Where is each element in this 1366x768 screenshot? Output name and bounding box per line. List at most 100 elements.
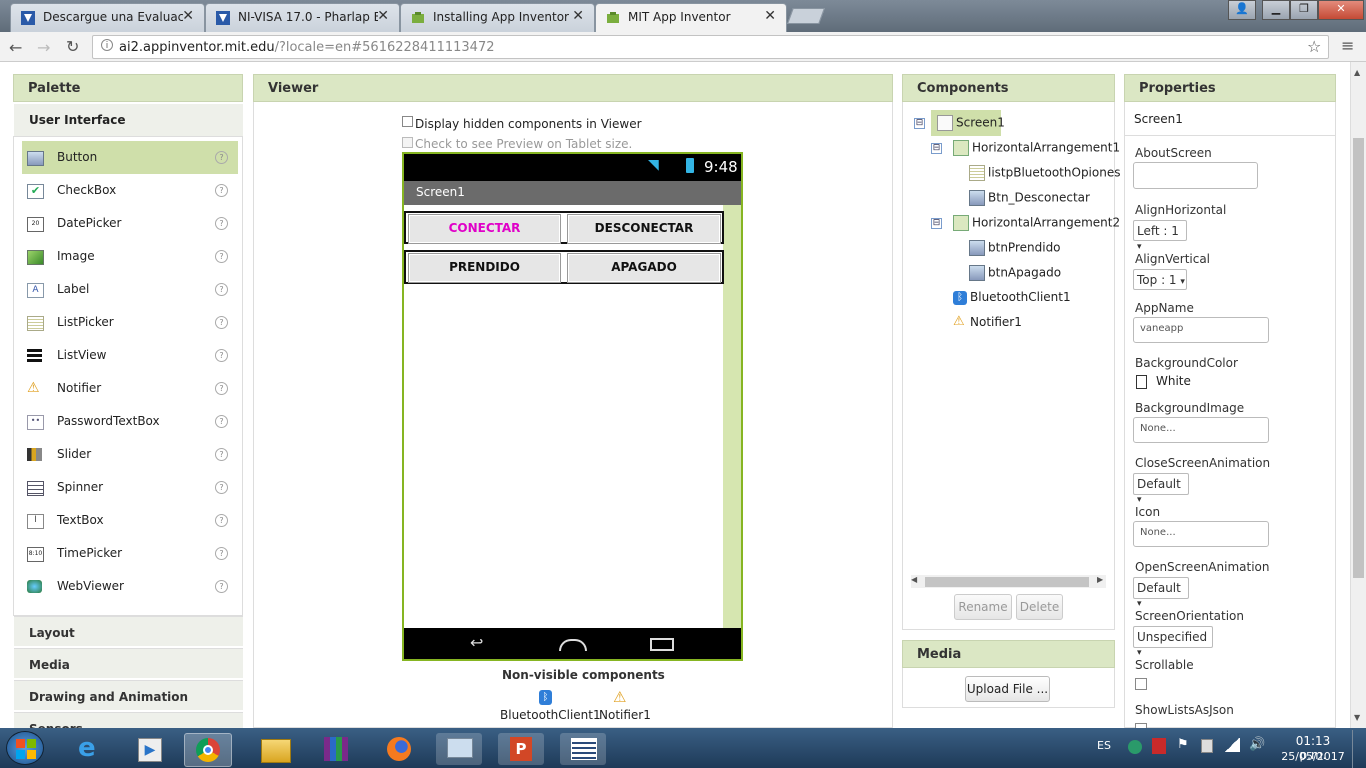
- antivirus-icon[interactable]: [1152, 738, 1166, 754]
- help-icon[interactable]: ?: [215, 250, 228, 263]
- tab-close-icon[interactable]: ✕: [377, 8, 389, 24]
- close-window-icon[interactable]: ✕: [1318, 0, 1364, 20]
- language-indicator[interactable]: ES: [1097, 739, 1111, 752]
- task-list-icon[interactable]: [560, 733, 606, 765]
- new-tab-button[interactable]: [787, 8, 825, 24]
- help-icon[interactable]: ?: [215, 316, 228, 329]
- powerpoint-icon[interactable]: P: [498, 733, 544, 765]
- align-vertical-select[interactable]: Top : 1 ▾: [1133, 269, 1187, 290]
- palette-category-user-interface[interactable]: User Interface: [14, 104, 243, 136]
- volume-icon[interactable]: 🔊: [1249, 737, 1265, 752]
- tree-item-btn-desconectar[interactable]: Btn_Desconectar: [969, 190, 1090, 206]
- palette-item-image[interactable]: Image ?: [22, 240, 238, 273]
- color-swatch[interactable]: [1136, 375, 1147, 389]
- apagado-button[interactable]: APAGADO: [567, 253, 721, 283]
- tree-item-btn-prendido[interactable]: btnPrendido: [969, 240, 1061, 256]
- upload-file-button[interactable]: Upload File ...: [965, 676, 1050, 702]
- bookmark-star-icon[interactable]: ☆: [1307, 37, 1321, 56]
- help-icon[interactable]: ?: [215, 547, 228, 560]
- start-button[interactable]: [6, 731, 44, 765]
- delete-button[interactable]: Delete: [1016, 594, 1063, 620]
- palette-item-datepicker[interactable]: 20 DatePicker ?: [22, 207, 238, 240]
- url-text[interactable]: ai2.appinventor.mit.edu/?locale=en#56162…: [119, 40, 495, 55]
- about-screen-textarea[interactable]: [1133, 162, 1258, 189]
- info-icon[interactable]: i: [101, 39, 113, 51]
- display-hidden-checkbox[interactable]: [402, 116, 413, 127]
- taskbar-date[interactable]: 25/05/2017: [1280, 750, 1346, 763]
- palette-item-button[interactable]: Button ?: [22, 141, 238, 174]
- help-icon[interactable]: ?: [215, 382, 228, 395]
- internet-explorer-icon[interactable]: e: [66, 733, 112, 765]
- collapse-ha2-icon[interactable]: ⊟: [931, 218, 942, 229]
- help-icon[interactable]: ?: [215, 448, 228, 461]
- phone-scrollbar[interactable]: [723, 205, 741, 628]
- background-color-value[interactable]: White: [1156, 374, 1191, 388]
- components-hscrollbar[interactable]: ◀ ▶: [911, 575, 1106, 588]
- palette-item-timepicker[interactable]: 8:10 TimePicker ?: [22, 537, 238, 570]
- scrollable-checkbox[interactable]: [1135, 678, 1147, 690]
- scroll-thumb[interactable]: [925, 577, 1089, 587]
- palette-item-slider[interactable]: Slider ?: [22, 438, 238, 471]
- rename-button[interactable]: Rename: [954, 594, 1012, 620]
- tree-item-notifier[interactable]: ⚠ Notifier1: [953, 315, 1022, 330]
- tab-close-icon[interactable]: ✕: [572, 8, 584, 24]
- file-explorer-icon[interactable]: [252, 733, 298, 765]
- forward-icon[interactable]: →: [37, 38, 50, 57]
- help-icon[interactable]: ?: [215, 580, 228, 593]
- tree-item-ha1[interactable]: HorizontalArrangement1: [953, 140, 1120, 156]
- palette-item-checkbox[interactable]: ✔ CheckBox ?: [22, 174, 238, 207]
- align-horizontal-select[interactable]: Left : 1 ▾: [1133, 220, 1187, 252]
- scroll-up-icon[interactable]: ▲: [1354, 68, 1360, 77]
- palette-category-drawing[interactable]: Drawing and Animation: [14, 680, 243, 710]
- page-scrollbar[interactable]: ▲ ▼: [1350, 62, 1366, 728]
- network-signal-icon[interactable]: [1224, 738, 1240, 752]
- desconectar-button[interactable]: DESCONECTAR: [567, 214, 721, 244]
- help-icon[interactable]: ?: [215, 217, 228, 230]
- screen-orientation-select[interactable]: Unspecified ▾: [1133, 626, 1213, 658]
- palette-category-layout[interactable]: Layout: [14, 616, 243, 646]
- conectar-button[interactable]: CONECTAR: [408, 214, 561, 244]
- media-player-icon[interactable]: ▶: [126, 733, 172, 765]
- removable-device-icon[interactable]: [1201, 739, 1213, 753]
- show-desktop-button[interactable]: [1352, 730, 1366, 768]
- help-icon[interactable]: ?: [215, 184, 228, 197]
- tray-app-icon[interactable]: [1128, 740, 1142, 754]
- help-icon[interactable]: ?: [215, 151, 228, 164]
- tree-item-ha2[interactable]: HorizontalArrangement2: [953, 215, 1120, 231]
- palette-item-passwordtextbox[interactable]: •• PasswordTextBox ?: [22, 405, 238, 438]
- user-icon[interactable]: 👤: [1228, 0, 1256, 20]
- scroll-down-icon[interactable]: ▼: [1354, 713, 1360, 722]
- tab-close-icon[interactable]: ✕: [182, 8, 194, 24]
- tab-close-icon[interactable]: ✕: [764, 8, 776, 24]
- scroll-left-icon[interactable]: ◀: [911, 575, 917, 584]
- back-icon[interactable]: ←: [9, 38, 22, 57]
- network-app-icon[interactable]: [436, 733, 482, 765]
- reload-icon[interactable]: ↻: [66, 37, 79, 56]
- palette-item-notifier[interactable]: ⚠ Notifier ?: [22, 372, 238, 405]
- address-bar[interactable]: i ai2.appinventor.mit.edu/?locale=en#561…: [92, 35, 1329, 59]
- help-icon[interactable]: ?: [215, 481, 228, 494]
- palette-category-media[interactable]: Media: [14, 648, 243, 678]
- palette-item-textbox[interactable]: I TextBox ?: [22, 504, 238, 537]
- tree-item-screen1[interactable]: Screen1: [937, 115, 1005, 131]
- icon-picker[interactable]: None...: [1133, 521, 1269, 547]
- background-image-picker[interactable]: None...: [1133, 417, 1269, 443]
- tree-item-bluetooth[interactable]: ᛒ BluetoothClient1: [953, 290, 1071, 305]
- tab-descargue[interactable]: Descargue una Evaluació ✕: [10, 3, 205, 33]
- firefox-icon[interactable]: [376, 733, 422, 765]
- palette-category-sensors[interactable]: Sensors: [14, 712, 243, 728]
- tab-installing[interactable]: Installing App Inventor 2 ✕: [400, 3, 595, 33]
- collapse-screen1-icon[interactable]: ⊟: [914, 118, 925, 129]
- open-screen-animation-select[interactable]: Default ▾: [1133, 577, 1189, 609]
- help-icon[interactable]: ?: [215, 415, 228, 428]
- palette-item-spinner[interactable]: Spinner ?: [22, 471, 238, 504]
- close-screen-animation-select[interactable]: Default ▾: [1133, 473, 1189, 505]
- scroll-right-icon[interactable]: ▶: [1097, 575, 1103, 584]
- help-icon[interactable]: ?: [215, 349, 228, 362]
- tab-nivisa[interactable]: NI-VISA 17.0 - Pharlap ET ✕: [205, 3, 400, 33]
- appname-input[interactable]: vaneapp: [1133, 317, 1269, 343]
- maximize-icon[interactable]: ❐: [1290, 0, 1318, 20]
- tablet-preview-checkbox[interactable]: [402, 137, 413, 148]
- collapse-ha1-icon[interactable]: ⊟: [931, 143, 942, 154]
- tree-item-btn-apagado[interactable]: btnApagado: [969, 265, 1061, 281]
